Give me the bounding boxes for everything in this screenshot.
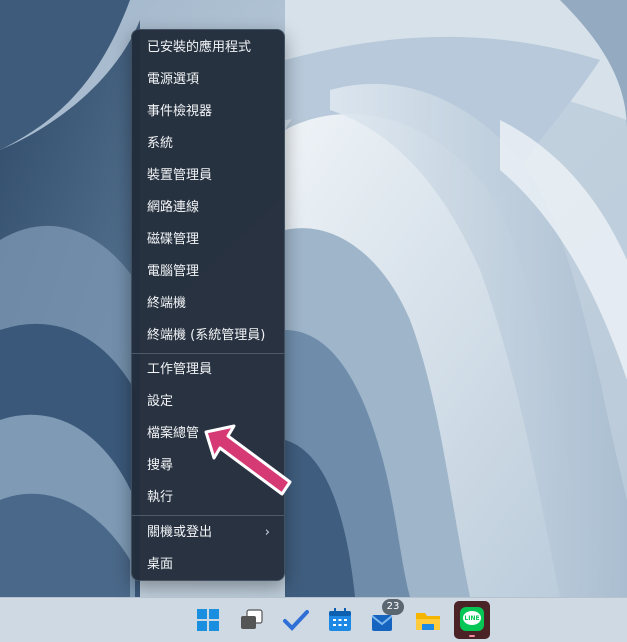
menu-item-terminal-admin[interactable]: 終端機 (系統管理員) (136, 321, 282, 351)
notification-badge: 23 (382, 599, 404, 615)
folder-icon (416, 613, 440, 630)
menu-item-desktop[interactable]: 桌面 (136, 550, 282, 580)
chevron-right-icon: › (264, 525, 270, 540)
taskbar: 23 LINE (0, 597, 627, 642)
line-app-button[interactable]: LINE (454, 601, 490, 639)
menu-item-terminal[interactable]: 終端機 (136, 289, 282, 319)
task-view-button[interactable] (236, 604, 268, 636)
desktop: 已安裝的應用程式 電源選項 事件檢視器 系統 裝置管理員 網路連線 磁碟管理 電… (0, 0, 627, 642)
menu-item-power-options[interactable]: 電源選項 (136, 65, 282, 95)
menu-separator (132, 353, 284, 354)
menu-item-disk-management[interactable]: 磁碟管理 (136, 225, 282, 255)
annotation-arrow-icon (204, 424, 292, 496)
windows-logo-icon (197, 609, 219, 631)
menu-separator (132, 515, 284, 516)
menu-item-device-manager[interactable]: 裝置管理員 (136, 161, 282, 191)
menu-item-network-connections[interactable]: 網路連線 (136, 193, 282, 223)
file-explorer-button[interactable] (412, 604, 444, 636)
menu-item-installed-apps[interactable]: 已安裝的應用程式 (136, 33, 282, 63)
menu-item-settings[interactable]: 設定 (136, 387, 282, 417)
todo-app-button[interactable] (280, 604, 312, 636)
checkmark-icon (283, 610, 309, 631)
menu-item-event-viewer[interactable]: 事件檢視器 (136, 97, 282, 127)
mail-app-button[interactable]: 23 (368, 599, 404, 636)
menu-item-system[interactable]: 系統 (136, 129, 282, 159)
task-view-icon (241, 609, 263, 629)
menu-item-label: 關機或登出 (147, 525, 213, 540)
menu-item-shutdown-signout[interactable]: 關機或登出 › (136, 518, 282, 548)
calendar-icon (329, 608, 351, 631)
wallpaper (0, 0, 627, 597)
start-button[interactable] (192, 604, 224, 636)
line-app-label: LINE (464, 615, 480, 622)
menu-item-task-manager[interactable]: 工作管理員 (136, 355, 282, 385)
menu-item-computer-management[interactable]: 電腦管理 (136, 257, 282, 287)
calendar-app-button[interactable] (324, 604, 356, 636)
